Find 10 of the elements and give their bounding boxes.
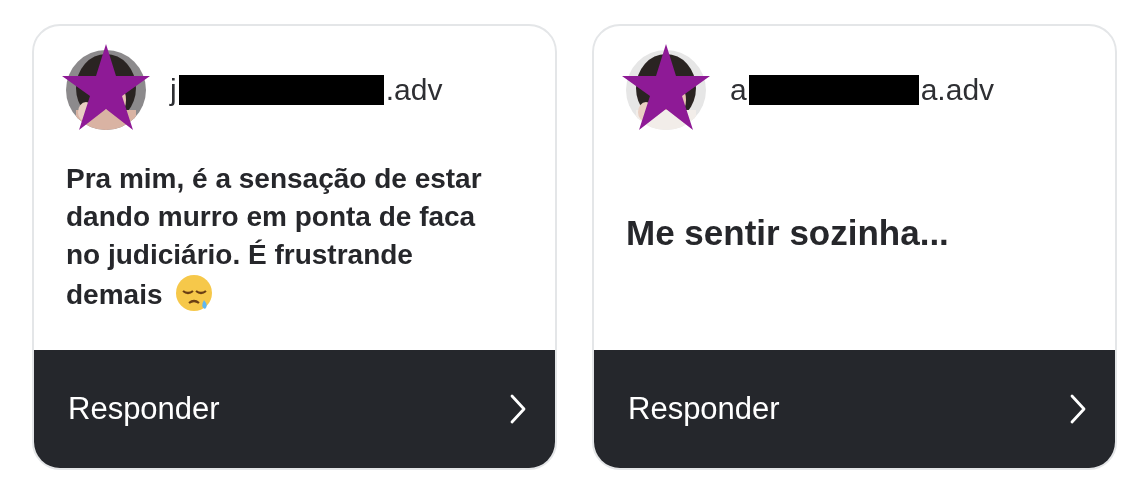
- answer-text: Me sentir sozinha...: [626, 212, 949, 254]
- answer-text: Pra mim, é a sensação de estar dando murro em ponta de faca no judiciário. É frustrande demais: [66, 161, 483, 315]
- username-start: a: [730, 73, 747, 107]
- chevron-right-icon: [1069, 393, 1087, 425]
- username-start: j: [170, 73, 177, 107]
- username-end: .adv: [385, 73, 443, 107]
- username-end: a.adv: [920, 73, 995, 107]
- reply-button[interactable]: Responder: [594, 350, 1115, 468]
- reply-button[interactable]: Responder: [34, 350, 555, 468]
- chevron-right-icon: [509, 393, 527, 425]
